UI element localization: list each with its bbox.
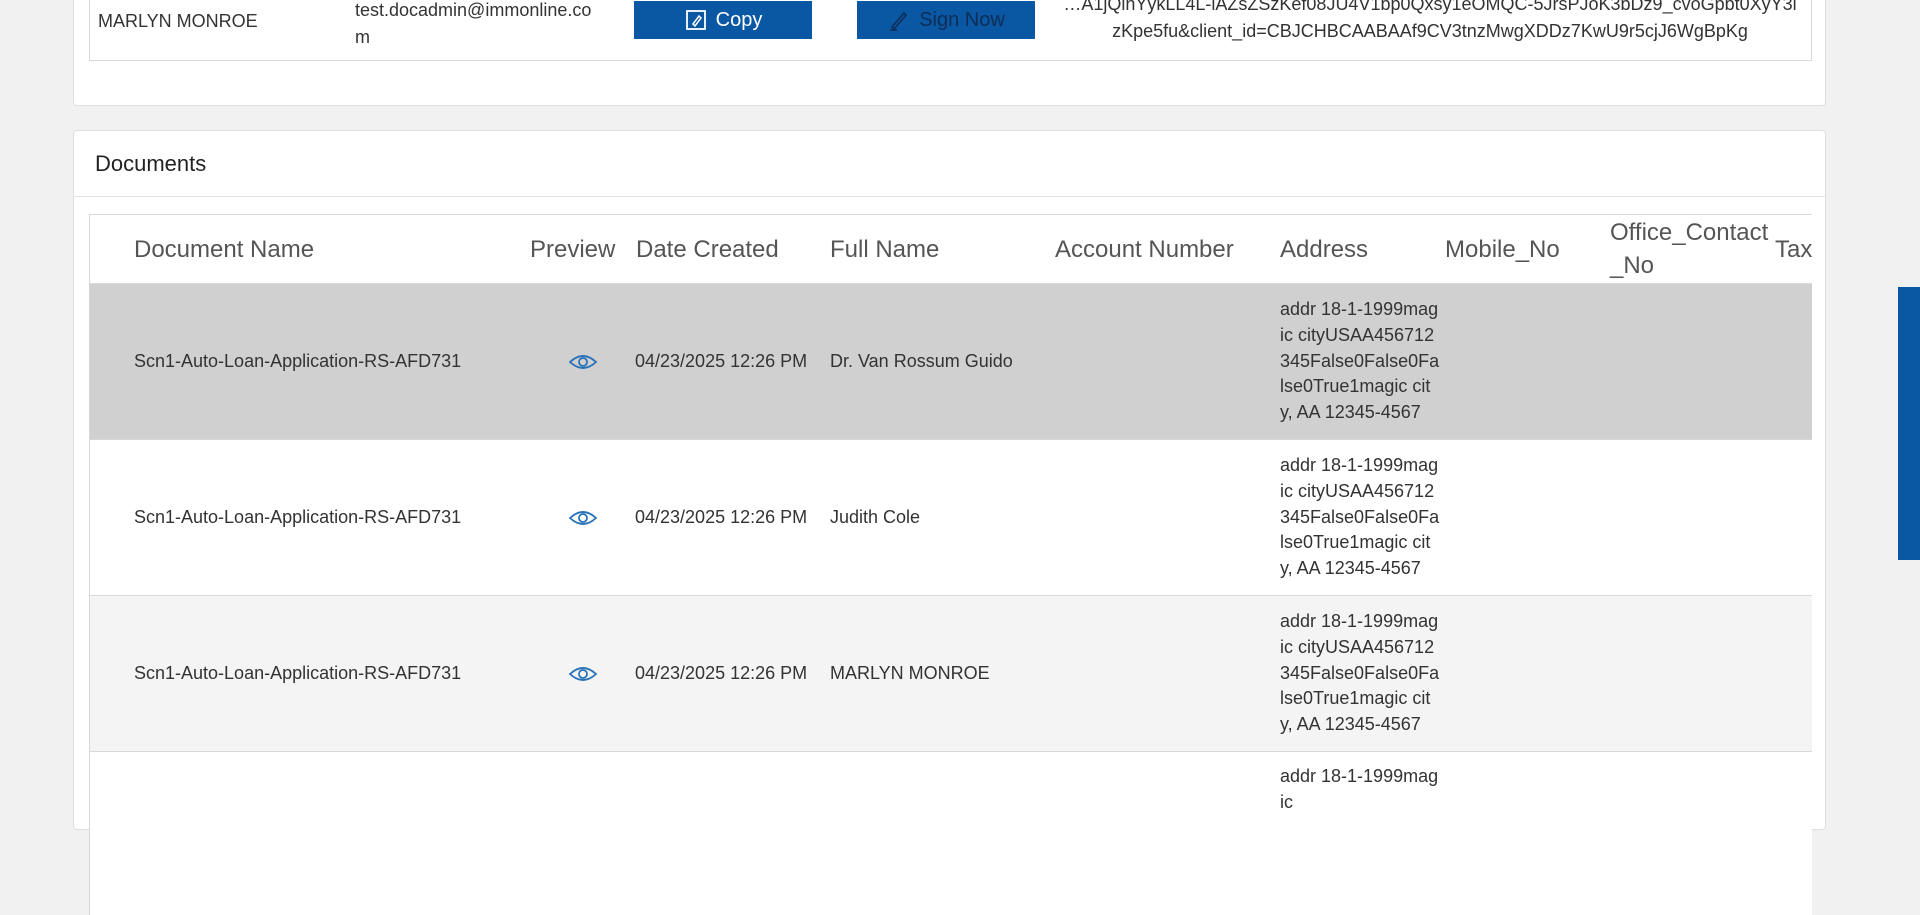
header-date-created[interactable]: Date Created bbox=[635, 215, 830, 284]
preview-cell bbox=[530, 284, 635, 440]
tax-cell bbox=[1775, 752, 1812, 915]
document-name-cell bbox=[134, 752, 530, 915]
address-cell: addr 18-1-1999magic cityUSAA456712345Fal… bbox=[1280, 284, 1445, 440]
office-contact-cell bbox=[1610, 596, 1775, 752]
eye-icon[interactable] bbox=[568, 352, 598, 372]
header-office-contact-no[interactable]: Office_Contact_No bbox=[1610, 215, 1775, 284]
account-number-cell bbox=[1055, 596, 1280, 752]
header-account-number[interactable]: Account Number bbox=[1055, 215, 1280, 284]
pen-icon bbox=[887, 8, 911, 32]
tax-cell bbox=[1775, 284, 1812, 440]
copy-button-label: Copy bbox=[716, 9, 763, 32]
office-contact-cell bbox=[1610, 284, 1775, 440]
header-document-name[interactable]: Document Name bbox=[134, 215, 530, 284]
sign-now-button[interactable]: Sign Now bbox=[857, 1, 1035, 39]
tax-cell bbox=[1775, 596, 1812, 752]
signers-card: MARLYN MONROE test.docadmin@immonline.co… bbox=[73, 0, 1826, 106]
preview-cell bbox=[530, 752, 635, 915]
header-address[interactable]: Address bbox=[1280, 215, 1445, 284]
table-row[interactable]: Scn1-Auto-Loan-Application-RS-AFD731 04/… bbox=[90, 284, 1812, 440]
office-contact-cell bbox=[1610, 440, 1775, 596]
mobile-no-cell bbox=[1445, 440, 1610, 596]
preview-cell bbox=[530, 596, 635, 752]
header-tax[interactable]: Tax bbox=[1775, 215, 1812, 284]
table-row[interactable]: Scn1-Auto-Loan-Application-RS-AFD731 04/… bbox=[90, 440, 1812, 596]
date-created-cell: 04/23/2025 12:26 PM bbox=[635, 440, 830, 596]
documents-title: Documents bbox=[74, 131, 1825, 197]
table-row[interactable]: addr 18-1-1999magic bbox=[90, 752, 1812, 915]
full-name-cell: Dr. Van Rossum Guido bbox=[830, 284, 1055, 440]
copy-icon bbox=[684, 8, 708, 32]
signing-link-text: …A1jQinYykLL4L-lAZsZSzKef08JU4V1bp0Qxsy1… bbox=[1060, 0, 1800, 45]
documents-table: Document Name Preview Date Created Full … bbox=[90, 215, 1812, 915]
date-created-cell bbox=[635, 752, 830, 915]
mobile-no-cell bbox=[1445, 284, 1610, 440]
header-preview[interactable]: Preview bbox=[530, 215, 635, 284]
date-created-cell: 04/23/2025 12:26 PM bbox=[635, 596, 830, 752]
mobile-no-cell bbox=[1445, 752, 1610, 915]
address-cell: addr 18-1-1999magic cityUSAA456712345Fal… bbox=[1280, 440, 1445, 596]
eye-icon[interactable] bbox=[568, 664, 598, 684]
documents-card: Documents Document Name Preview bbox=[73, 130, 1826, 830]
address-cell: addr 18-1-1999magic cityUSAA456712345Fal… bbox=[1280, 596, 1445, 752]
date-created-cell: 04/23/2025 12:26 PM bbox=[635, 284, 830, 440]
sign-now-label: Sign Now bbox=[919, 9, 1005, 32]
side-scroll-indicator[interactable] bbox=[1898, 287, 1920, 560]
table-header-row: Document Name Preview Date Created Full … bbox=[90, 215, 1812, 284]
full-name-cell bbox=[830, 752, 1055, 915]
documents-table-wrapper[interactable]: Document Name Preview Date Created Full … bbox=[89, 214, 1812, 915]
header-full-name[interactable]: Full Name bbox=[830, 215, 1055, 284]
preview-cell bbox=[530, 440, 635, 596]
full-name-cell: MARLYN MONROE bbox=[830, 596, 1055, 752]
eye-icon[interactable] bbox=[568, 508, 598, 528]
table-row[interactable]: Scn1-Auto-Loan-Application-RS-AFD731 04/… bbox=[90, 596, 1812, 752]
office-contact-cell bbox=[1610, 752, 1775, 915]
header-mobile-no[interactable]: Mobile_No bbox=[1445, 215, 1610, 284]
signer-row: MARLYN MONROE test.docadmin@immonline.co… bbox=[89, 0, 1812, 61]
account-number-cell bbox=[1055, 440, 1280, 596]
document-name-cell: Scn1-Auto-Loan-Application-RS-AFD731 bbox=[134, 596, 530, 752]
document-name-cell: Scn1-Auto-Loan-Application-RS-AFD731 bbox=[134, 284, 530, 440]
full-name-cell: Judith Cole bbox=[830, 440, 1055, 596]
document-name-cell: Scn1-Auto-Loan-Application-RS-AFD731 bbox=[134, 440, 530, 596]
address-cell: addr 18-1-1999magic bbox=[1280, 752, 1445, 915]
mobile-no-cell bbox=[1445, 596, 1610, 752]
signer-name: MARLYN MONROE bbox=[98, 11, 258, 32]
account-number-cell bbox=[1055, 752, 1280, 915]
account-number-cell bbox=[1055, 284, 1280, 440]
copy-button[interactable]: Copy bbox=[634, 1, 812, 39]
tax-cell bbox=[1775, 440, 1812, 596]
header-spacer bbox=[90, 215, 134, 284]
signer-email: test.docadmin@immonline.com bbox=[355, 0, 605, 51]
